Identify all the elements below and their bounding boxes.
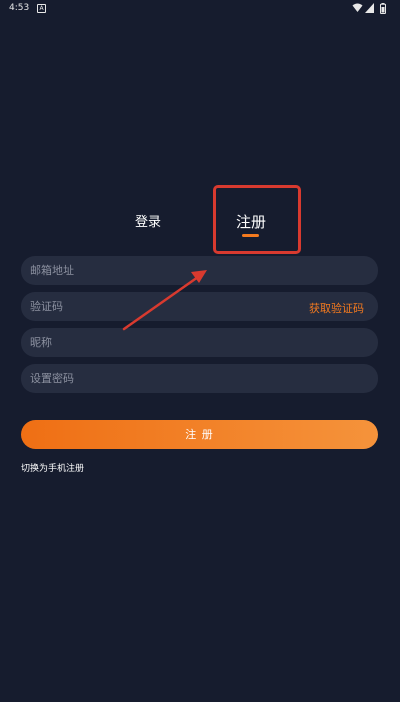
tab-login[interactable]: 登录 bbox=[135, 211, 161, 230]
get-code-button[interactable]: 获取验证码 bbox=[309, 300, 364, 316]
register-button[interactable]: 注 册 bbox=[21, 420, 378, 449]
password-input[interactable] bbox=[21, 364, 280, 393]
verification-code-field: 获取验证码 bbox=[21, 292, 378, 321]
status-icons bbox=[352, 3, 392, 15]
status-bar: 4:53 A bbox=[0, 0, 400, 18]
verification-code-input[interactable] bbox=[21, 292, 280, 321]
auth-tabs: 登录 注册 bbox=[0, 205, 400, 245]
signal-icon bbox=[365, 3, 374, 13]
status-time: 4:53 bbox=[9, 3, 30, 13]
nickname-field bbox=[21, 328, 378, 357]
nickname-input[interactable] bbox=[21, 328, 280, 357]
annotation-highlight-box bbox=[213, 185, 301, 254]
wifi-icon bbox=[352, 3, 363, 12]
switch-to-phone-link[interactable]: 切换为手机注册 bbox=[21, 461, 84, 474]
battery-icon bbox=[380, 3, 386, 14]
email-input[interactable] bbox=[21, 256, 280, 285]
email-field bbox=[21, 256, 378, 285]
password-field bbox=[21, 364, 378, 393]
app-notification-icon: A bbox=[37, 4, 46, 13]
